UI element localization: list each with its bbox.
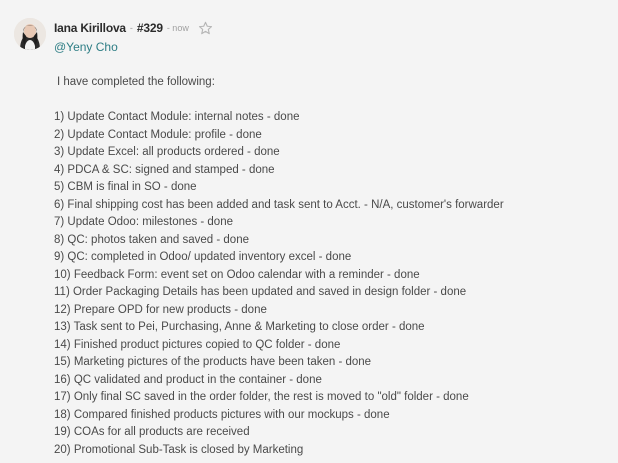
list-item: 15) Marketing pictures of the products h… bbox=[54, 356, 372, 368]
list-item: 17) Only final SC saved in the order fol… bbox=[54, 391, 469, 403]
message-id[interactable]: #329 bbox=[137, 21, 163, 35]
list-item: 6) Final shipping cost has been added an… bbox=[54, 198, 504, 211]
message-body: I have completed the following: 1) Updat… bbox=[54, 74, 610, 459]
list-item: 20) Promotional Sub-Task is closed by Ma… bbox=[54, 443, 304, 456]
list-item: 5) CBM is final in SO - done bbox=[54, 181, 197, 193]
mention-link[interactable]: @Yeny Cho bbox=[54, 40, 118, 54]
list-item: 12) Prepare OPD for new products - done bbox=[54, 303, 267, 316]
list-item: 1) Update Contact Module: internal notes… bbox=[54, 111, 300, 123]
list-item: 16) QC validated and product in the cont… bbox=[54, 373, 322, 386]
list-item: 10) Feedback Form: event set on Odoo cal… bbox=[54, 268, 420, 281]
list-item: 3) Update Excel: all products ordered - … bbox=[54, 146, 280, 158]
list-item: 14) Finished product pictures copied to … bbox=[54, 338, 341, 351]
message-header: Iana Kirillova - #329 - now bbox=[54, 20, 213, 36]
author-name[interactable]: Iana Kirillova bbox=[54, 21, 126, 35]
list-item: 19) COAs for all products are received bbox=[54, 426, 250, 438]
timestamp: - now bbox=[166, 23, 189, 33]
list-item: 8) QC: photos taken and saved - done bbox=[54, 233, 249, 246]
list-item: 2) Update Contact Module: profile - done bbox=[54, 128, 262, 141]
list-item: 7) Update Odoo: milestones - done bbox=[54, 216, 233, 228]
list-item: 9) QC: completed in Odoo/ updated invent… bbox=[54, 251, 352, 263]
list-item: 11) Order Packaging Details has been upd… bbox=[54, 286, 467, 298]
avatar[interactable] bbox=[14, 18, 46, 50]
chatter-message: Iana Kirillova - #329 - now @Yeny Cho I … bbox=[0, 0, 618, 463]
list-item: 13) Task sent to Pei, Purchasing, Anne &… bbox=[54, 321, 425, 333]
list-item: 4) PDCA & SC: signed and stamped - done bbox=[54, 163, 275, 176]
intro-text: I have completed the following: bbox=[57, 76, 215, 88]
header-separator: - bbox=[129, 23, 133, 33]
star-outline-icon[interactable] bbox=[198, 21, 213, 36]
list-item: 18) Compared finished products pictures … bbox=[54, 408, 390, 421]
